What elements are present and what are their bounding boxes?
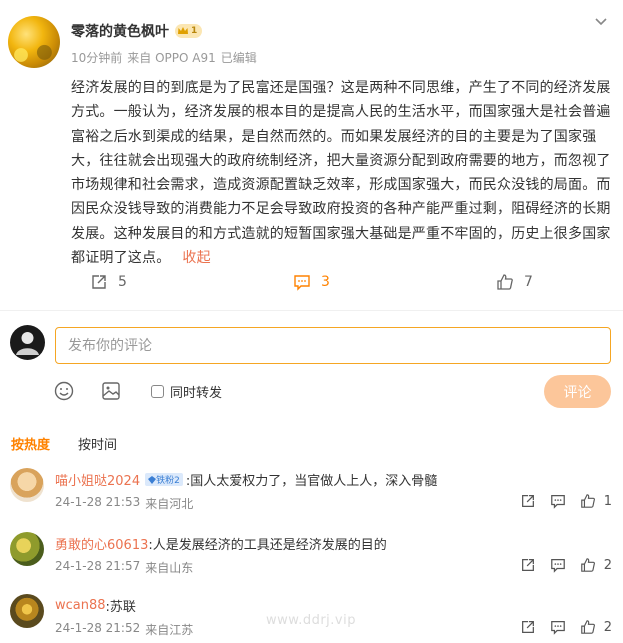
commenter-name[interactable]: 勇敢的心60613: [55, 534, 148, 553]
comment-text: :苏联: [105, 600, 136, 615]
comment-icon: [294, 275, 310, 291]
post-source: 来自 OPPO A91: [127, 51, 216, 65]
comment-like-button[interactable]: 2: [580, 619, 612, 635]
comment-like-button[interactable]: 1: [580, 493, 612, 509]
like-count: 7: [524, 274, 533, 290]
comment-like-count: 1: [603, 493, 612, 509]
post-text: 经济发展的目的到底是为了民富还是国强？这是两种不同思维，产生了不同的经济发展方式…: [71, 80, 611, 267]
comment-meta: 24-1-28 21:57 来自山东: [55, 559, 193, 576]
composer-tools: 同时转发 评论: [0, 375, 623, 409]
comment-text: :人是发展经济的工具还是经济发展的目的: [148, 538, 387, 553]
post-content: 经济发展的目的到底是为了民富还是国强？这是两种不同思维，产生了不同的经济发展方式…: [71, 76, 611, 270]
comment-meta: 24-1-28 21:53 来自河北: [55, 495, 193, 512]
repost-button[interactable]: 5: [90, 273, 127, 291]
comment-text-line: 喵小姐哒2024 铁粉2 :国人太爱权力了，当官做人上人，深入骨髓: [55, 470, 437, 489]
collapse-link[interactable]: 收起: [182, 250, 210, 266]
post-action-bar: 5 3 7: [0, 273, 623, 297]
comment-button[interactable]: 3: [293, 273, 330, 291]
commenter-avatar[interactable]: [10, 468, 44, 502]
comment-date: 24-1-28 21:52: [55, 621, 141, 635]
author-line: 零落的黄色枫叶 1: [71, 21, 203, 41]
thumbs-up-icon: [497, 274, 513, 290]
watermark: www.ddrj.vip: [266, 613, 356, 628]
reply-icon[interactable]: [550, 493, 566, 509]
tab-sort-time[interactable]: 按时间: [78, 434, 117, 453]
level-number: 1: [191, 26, 198, 36]
comment-text-line: wcan88 :苏联: [55, 596, 136, 615]
forward-checkbox[interactable]: [151, 385, 164, 398]
comment-meta: 24-1-28 21:52 来自江苏: [55, 621, 193, 638]
diamond-icon: [148, 475, 157, 484]
commenter-name[interactable]: wcan88: [55, 598, 106, 613]
tab-sort-hot[interactable]: 按热度: [11, 434, 50, 453]
submit-comment-button[interactable]: 评论: [544, 375, 611, 408]
fan-badge: 铁粉2: [145, 473, 183, 486]
comment-actions: 2: [520, 557, 612, 573]
divider: [0, 310, 623, 311]
current-user-avatar[interactable]: [10, 325, 45, 360]
comment-count: 3: [321, 274, 330, 290]
comment-date: 24-1-28 21:53: [55, 495, 141, 509]
share-icon[interactable]: [520, 493, 536, 509]
comment-location: 来自江苏: [145, 623, 194, 637]
commenter-avatar[interactable]: [10, 594, 44, 628]
comment-item: 勇敢的心60613 :人是发展经济的工具还是经济发展的目的 24-1-28 21…: [0, 532, 623, 598]
author-avatar[interactable]: [8, 16, 60, 68]
comment-text-line: 勇敢的心60613 :人是发展经济的工具还是经济发展的目的: [55, 534, 387, 553]
comment-like-button[interactable]: 2: [580, 557, 612, 573]
thumbs-up-icon: [580, 494, 595, 508]
comment-like-count: 2: [603, 619, 612, 635]
comment-actions: 2: [520, 619, 612, 635]
fan-badge-label: 铁粉2: [156, 476, 180, 486]
chevron-down-icon[interactable]: [593, 14, 609, 30]
author-name[interactable]: 零落的黄色枫叶: [71, 21, 169, 41]
crown-icon: [178, 27, 188, 34]
post-header: 零落的黄色枫叶 1 10分钟前 来自 OPPO A91 已编辑: [0, 0, 623, 75]
post-meta: 10分钟前 来自 OPPO A91 已编辑: [71, 49, 257, 66]
share-icon: [92, 275, 106, 289]
comment-date: 24-1-28 21:57: [55, 559, 141, 573]
level-badge[interactable]: 1: [175, 24, 203, 38]
like-button[interactable]: 7: [496, 273, 533, 291]
share-icon[interactable]: [520, 619, 536, 635]
share-icon[interactable]: [520, 557, 536, 573]
post-time: 10分钟前: [71, 51, 123, 65]
thumbs-up-icon: [580, 558, 595, 572]
commenter-name[interactable]: 喵小姐哒2024: [55, 470, 140, 489]
reply-icon[interactable]: [550, 557, 566, 573]
comment-location: 来自河北: [145, 497, 194, 511]
comment-location: 来自山东: [145, 561, 194, 575]
forward-option[interactable]: 同时转发: [151, 382, 222, 401]
image-icon[interactable]: [100, 380, 122, 402]
forward-label: 同时转发: [170, 386, 223, 401]
comment-actions: 1: [520, 493, 612, 509]
commenter-avatar[interactable]: [10, 532, 44, 566]
repost-count: 5: [118, 274, 127, 290]
comment-item: 喵小姐哒2024 铁粉2 :国人太爱权力了，当官做人上人，深入骨髓 24-1-2…: [0, 468, 623, 534]
reply-icon[interactable]: [550, 619, 566, 635]
comment-like-count: 2: [603, 557, 612, 573]
emoji-icon[interactable]: [53, 380, 75, 402]
thumbs-up-icon: [580, 620, 595, 634]
comment-text: :国人太爱权力了，当官做人上人，深入骨髓: [185, 474, 438, 489]
comment-input[interactable]: [55, 327, 611, 364]
post-edited: 已编辑: [220, 51, 257, 65]
sort-tabs: 按热度 按时间: [11, 434, 117, 453]
